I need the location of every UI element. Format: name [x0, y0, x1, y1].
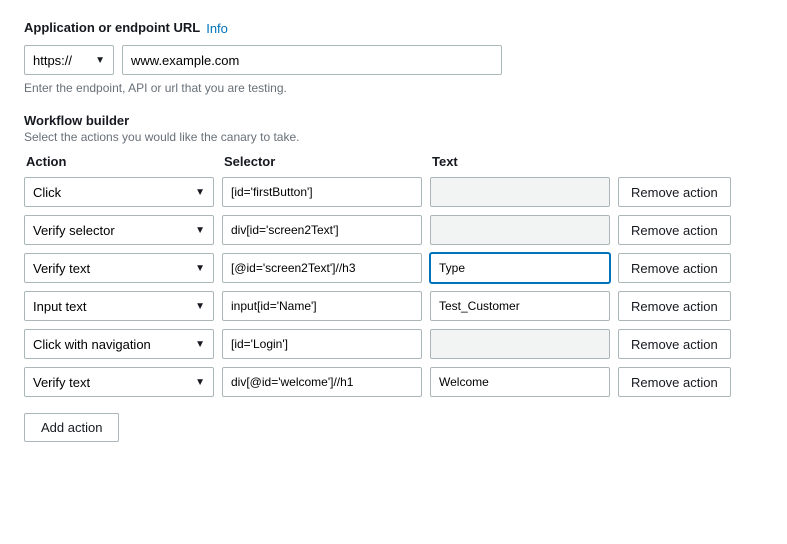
action-select[interactable]: ClickVerify selectorVerify textInput tex… — [33, 337, 191, 352]
remove-action-button[interactable]: Remove action — [618, 329, 731, 359]
table-row: ClickVerify selectorVerify textInput tex… — [24, 177, 763, 207]
remove-action-button[interactable]: Remove action — [618, 177, 731, 207]
url-section-header: Application or endpoint URL Info — [24, 20, 763, 37]
url-section: Application or endpoint URL Info https:/… — [24, 20, 763, 95]
col-header-text: Text — [432, 154, 612, 169]
remove-action-button[interactable]: Remove action — [618, 367, 731, 397]
col-header-selector: Selector — [224, 154, 424, 169]
action-select-wrapper[interactable]: ClickVerify selectorVerify textInput tex… — [24, 177, 214, 207]
text-input[interactable] — [430, 291, 610, 321]
action-select-wrapper[interactable]: ClickVerify selectorVerify textInput tex… — [24, 329, 214, 359]
selector-input[interactable] — [222, 291, 422, 321]
text-input — [430, 177, 610, 207]
action-chevron-icon: ▼ — [195, 377, 205, 388]
remove-action-button[interactable]: Remove action — [618, 253, 731, 283]
table-row: ClickVerify selectorVerify textInput tex… — [24, 291, 763, 321]
workflow-section: Workflow builder Select the actions you … — [24, 113, 763, 442]
action-chevron-icon: ▼ — [195, 339, 205, 350]
text-input — [430, 215, 610, 245]
remove-action-button[interactable]: Remove action — [618, 291, 731, 321]
action-select-wrapper[interactable]: ClickVerify selectorVerify textInput tex… — [24, 215, 214, 245]
url-info-link[interactable]: Info — [206, 21, 228, 36]
action-select[interactable]: ClickVerify selectorVerify textInput tex… — [33, 299, 191, 314]
action-select[interactable]: ClickVerify selectorVerify textInput tex… — [33, 261, 191, 276]
col-header-action: Action — [26, 154, 216, 169]
column-headers: Action Selector Text — [24, 154, 763, 169]
url-hint: Enter the endpoint, API or url that you … — [24, 81, 763, 95]
action-select-wrapper[interactable]: ClickVerify selectorVerify textInput tex… — [24, 253, 214, 283]
action-select-wrapper[interactable]: ClickVerify selectorVerify textInput tex… — [24, 367, 214, 397]
protocol-chevron-icon: ▼ — [95, 55, 105, 66]
table-row: ClickVerify selectorVerify textInput tex… — [24, 329, 763, 359]
workflow-subtitle: Select the actions you would like the ca… — [24, 130, 763, 144]
action-chevron-icon: ▼ — [195, 187, 205, 198]
selector-input[interactable] — [222, 367, 422, 397]
action-select[interactable]: ClickVerify selectorVerify textInput tex… — [33, 223, 191, 238]
selector-input[interactable] — [222, 177, 422, 207]
url-row: https:// http:// ▼ — [24, 45, 763, 75]
table-row: ClickVerify selectorVerify textInput tex… — [24, 253, 763, 283]
table-row: ClickVerify selectorVerify textInput tex… — [24, 215, 763, 245]
action-chevron-icon: ▼ — [195, 225, 205, 236]
workflow-title: Workflow builder — [24, 113, 763, 128]
url-input[interactable] — [122, 45, 502, 75]
selector-input[interactable] — [222, 215, 422, 245]
action-rows: ClickVerify selectorVerify textInput tex… — [24, 177, 763, 397]
text-input[interactable] — [430, 367, 610, 397]
selector-input[interactable] — [222, 253, 422, 283]
action-select-wrapper[interactable]: ClickVerify selectorVerify textInput tex… — [24, 291, 214, 321]
text-input[interactable] — [430, 253, 610, 283]
remove-action-button[interactable]: Remove action — [618, 215, 731, 245]
url-section-title: Application or endpoint URL — [24, 20, 200, 35]
text-input — [430, 329, 610, 359]
selector-input[interactable] — [222, 329, 422, 359]
action-chevron-icon: ▼ — [195, 301, 205, 312]
action-select[interactable]: ClickVerify selectorVerify textInput tex… — [33, 375, 191, 390]
action-chevron-icon: ▼ — [195, 263, 205, 274]
table-row: ClickVerify selectorVerify textInput tex… — [24, 367, 763, 397]
action-select[interactable]: ClickVerify selectorVerify textInput tex… — [33, 185, 191, 200]
protocol-select[interactable]: https:// http:// — [33, 53, 91, 68]
add-action-button[interactable]: Add action — [24, 413, 119, 442]
protocol-select-wrapper[interactable]: https:// http:// ▼ — [24, 45, 114, 75]
